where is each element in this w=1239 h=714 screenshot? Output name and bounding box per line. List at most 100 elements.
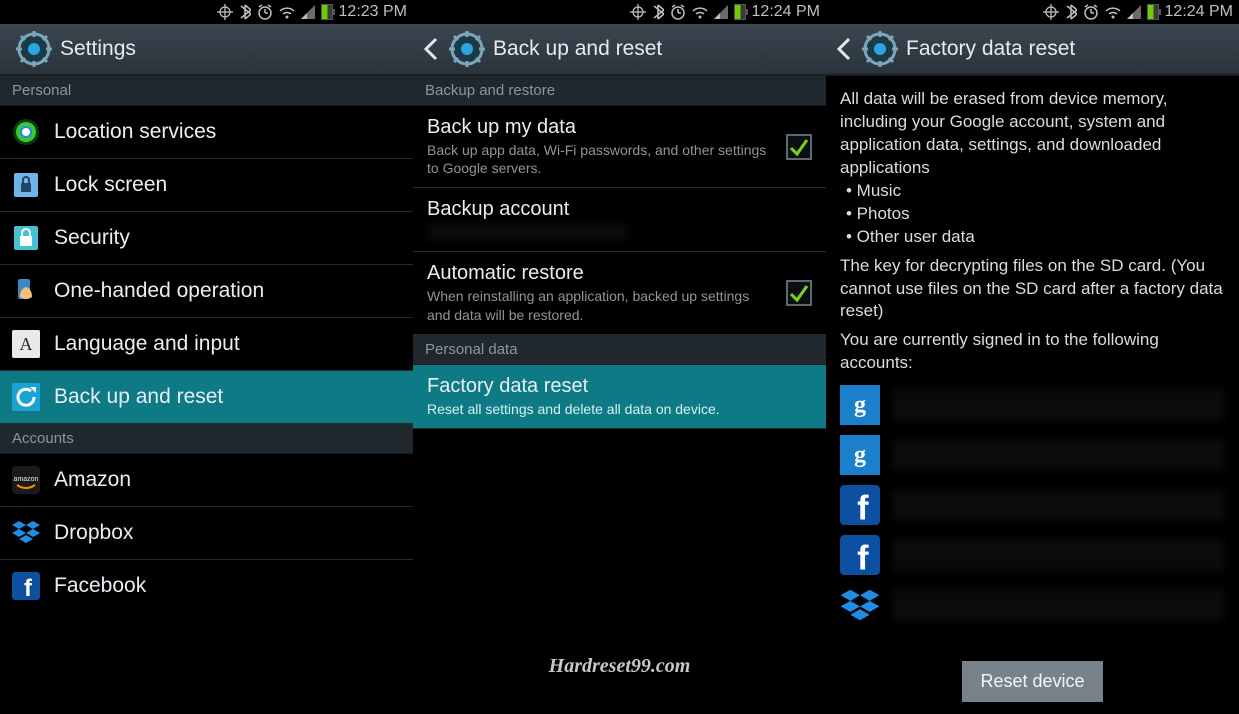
dropbox-icon: [840, 585, 880, 625]
facebook-icon: [12, 572, 40, 600]
status-bar: 12:24 PM: [413, 0, 826, 24]
status-time: 12:24 PM: [1165, 3, 1233, 21]
page-title: Factory data reset: [906, 37, 1075, 61]
item-facebook[interactable]: Facebook: [0, 560, 413, 612]
reset-body: All data will be erased from device memo…: [826, 76, 1239, 637]
watermark: Hardreset99.com: [413, 655, 826, 678]
item-security[interactable]: Security: [0, 212, 413, 265]
item-label: Dropbox: [54, 521, 133, 545]
location-icon: [12, 118, 40, 146]
account-row-google: g: [840, 385, 1225, 425]
checkbox-checked[interactable]: [786, 280, 812, 306]
redacted-account: [892, 439, 1225, 471]
signal-icon: [1127, 5, 1141, 19]
wifi-icon: [279, 5, 295, 19]
reset-sd-note: The key for decrypting files on the SD c…: [840, 255, 1225, 324]
sync-icon: [1043, 4, 1059, 20]
account-row-facebook: [840, 485, 1225, 525]
signed-in-note: You are currently signed in to the follo…: [840, 329, 1225, 375]
item-automatic-restore[interactable]: Automatic restore When reinstalling an a…: [413, 252, 826, 334]
page-title: Settings: [60, 37, 136, 61]
page-title: Back up and reset: [493, 37, 662, 61]
header: Back up and reset: [413, 24, 826, 76]
backup-icon: [12, 383, 40, 411]
lock-icon: [12, 171, 40, 199]
facebook-icon: [840, 485, 880, 525]
header: Factory data reset: [826, 24, 1239, 76]
sync-icon: [217, 4, 233, 20]
back-button[interactable]: [421, 23, 441, 75]
item-label: Security: [54, 226, 130, 250]
item-back-up-reset[interactable]: Back up and reset: [0, 371, 413, 424]
item-location-services[interactable]: Location services: [0, 106, 413, 159]
reset-device-button[interactable]: Reset device: [962, 661, 1102, 702]
item-label: Amazon: [54, 468, 131, 492]
settings-gear-icon: [449, 31, 485, 67]
google-icon: g: [840, 435, 880, 475]
alarm-icon: [670, 4, 686, 20]
item-language-input[interactable]: Language and input: [0, 318, 413, 371]
wifi-icon: [692, 5, 708, 19]
account-row-facebook: [840, 535, 1225, 575]
bullet-other: • Other user data: [840, 226, 1225, 249]
item-title: Backup account: [427, 198, 812, 221]
bullet-music: • Music: [840, 180, 1225, 203]
wifi-icon: [1105, 5, 1121, 19]
section-accounts: Accounts: [0, 424, 413, 454]
redacted-account: [892, 539, 1225, 571]
item-label: Back up and reset: [54, 385, 223, 409]
item-dropbox[interactable]: Dropbox: [0, 507, 413, 560]
screen-backup-reset: 12:24 PM Back up and reset Backup and re…: [413, 0, 826, 714]
item-one-handed[interactable]: One-handed operation: [0, 265, 413, 318]
item-subtitle: Back up app data, Wi-Fi passwords, and o…: [427, 141, 776, 177]
item-label: Facebook: [54, 574, 146, 598]
bluetooth-icon: [239, 4, 251, 20]
battery-icon: [321, 4, 333, 20]
item-lock-screen[interactable]: Lock screen: [0, 159, 413, 212]
dropbox-icon: [12, 519, 40, 547]
item-back-up-my-data[interactable]: Back up my data Back up app data, Wi-Fi …: [413, 106, 826, 188]
redacted-account: [427, 223, 627, 241]
item-subtitle: When reinstalling an application, backed…: [427, 287, 776, 323]
item-title: Back up my data: [427, 116, 776, 139]
item-label: Lock screen: [54, 173, 167, 197]
item-factory-data-reset[interactable]: Factory data reset Reset all settings an…: [413, 365, 826, 429]
bullet-photos: • Photos: [840, 203, 1225, 226]
alarm-icon: [1083, 4, 1099, 20]
item-label: One-handed operation: [54, 279, 264, 303]
item-amazon[interactable]: Amazon: [0, 454, 413, 507]
account-row-google: g: [840, 435, 1225, 475]
redacted-account: [892, 389, 1225, 421]
item-title: Automatic restore: [427, 262, 776, 285]
padlock-icon: [12, 224, 40, 252]
section-personal: Personal: [0, 76, 413, 106]
status-time: 12:24 PM: [752, 3, 820, 21]
redacted-account: [892, 489, 1225, 521]
screen-factory-reset: 12:24 PM Factory data reset All data wil…: [826, 0, 1239, 714]
back-button[interactable]: [834, 23, 854, 75]
signal-icon: [301, 5, 315, 19]
settings-gear-icon: [16, 31, 52, 67]
settings-gear-icon: [862, 31, 898, 67]
facebook-icon: [840, 535, 880, 575]
battery-icon: [734, 4, 746, 20]
section-backup-restore: Backup and restore: [413, 76, 826, 106]
screen-settings: 12:23 PM Settings Personal Location serv…: [0, 0, 413, 714]
bluetooth-icon: [1065, 4, 1077, 20]
hand-icon: [12, 277, 40, 305]
item-label: Language and input: [54, 332, 240, 356]
item-backup-account[interactable]: Backup account: [413, 188, 826, 252]
item-title: Factory data reset: [427, 375, 812, 398]
item-label: Location services: [54, 120, 216, 144]
signal-icon: [714, 5, 728, 19]
alarm-icon: [257, 4, 273, 20]
status-bar: 12:24 PM: [826, 0, 1239, 24]
header: Settings: [0, 24, 413, 76]
reset-warning: All data will be erased from device memo…: [840, 88, 1225, 180]
item-subtitle: Reset all settings and delete all data o…: [427, 400, 812, 418]
section-personal-data: Personal data: [413, 335, 826, 365]
checkbox-checked[interactable]: [786, 134, 812, 160]
google-icon: g: [840, 385, 880, 425]
redacted-account: [892, 589, 1225, 621]
reset-button-bar: Reset device: [826, 651, 1239, 714]
